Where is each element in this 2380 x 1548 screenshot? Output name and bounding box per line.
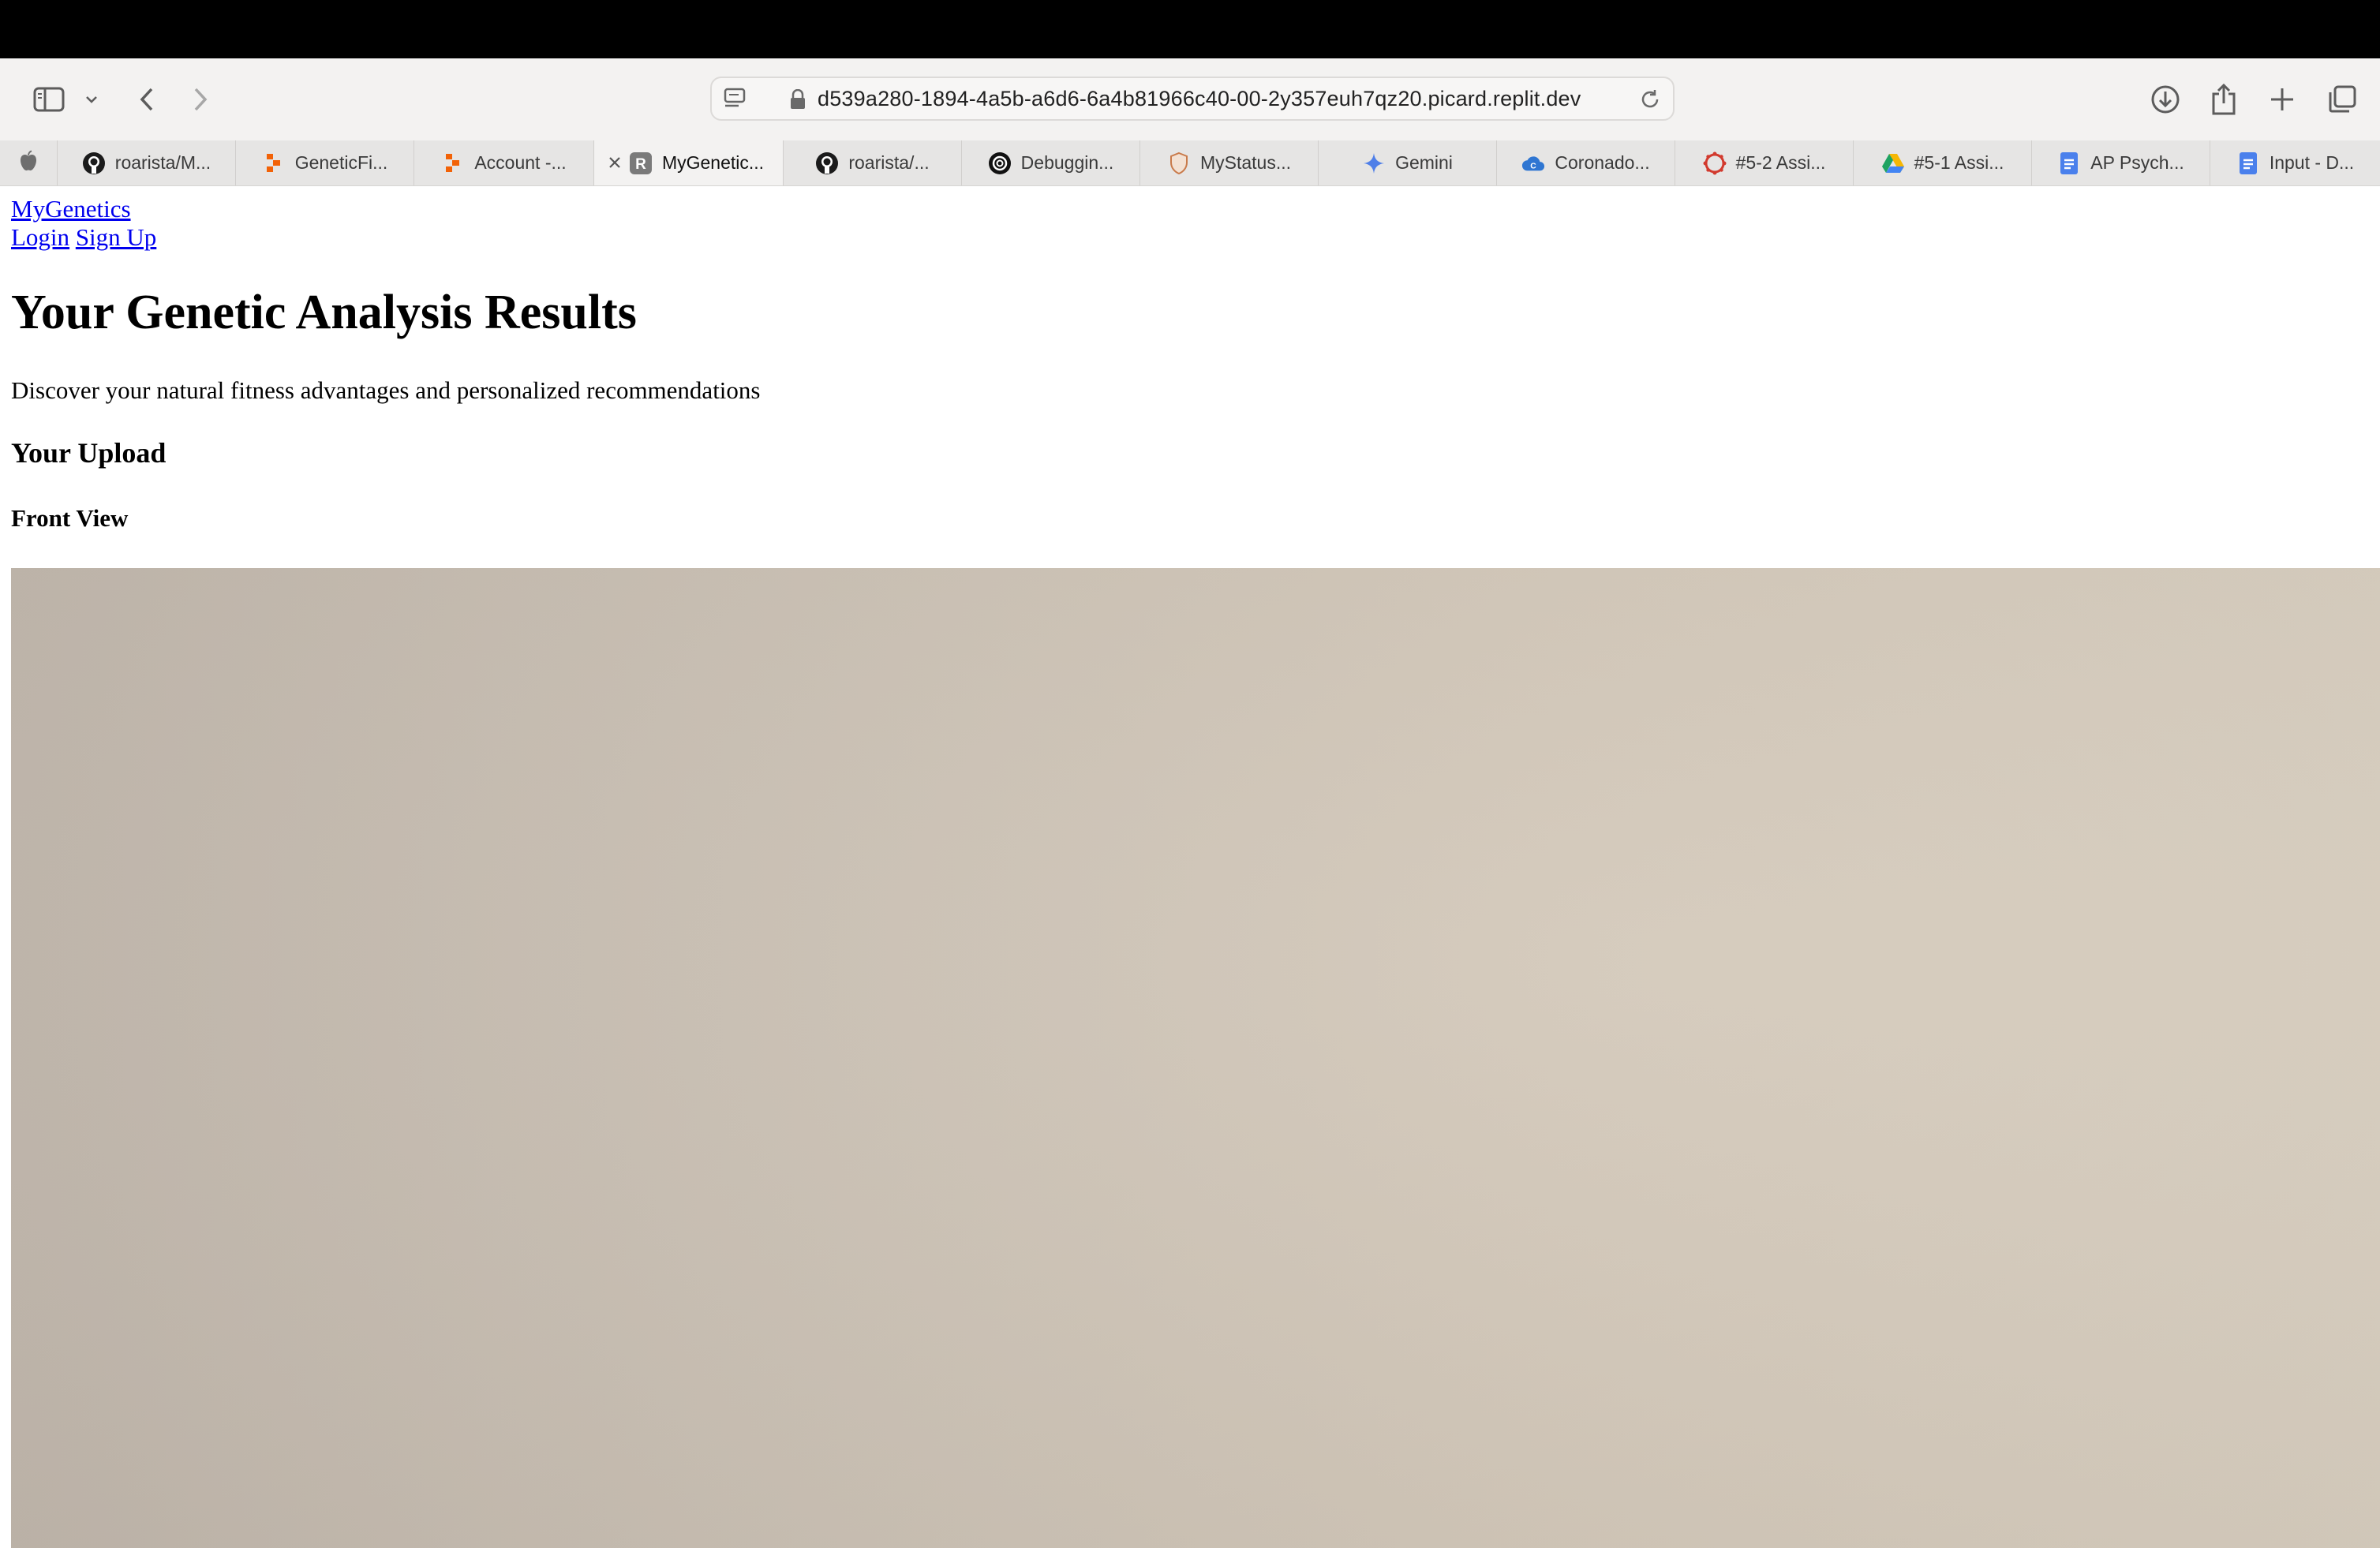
address-bar[interactable]: d539a280-1894-4a5b-a6d6-6a4b81966c40-00-… — [710, 77, 1675, 121]
tab-account[interactable]: Account -... — [414, 140, 593, 185]
cloud-icon: C — [1521, 151, 1545, 175]
tab-label: #5-2 Assi... — [1735, 152, 1826, 173]
page-subtitle: Discover your natural fitness advantages… — [11, 376, 761, 404]
tab-label: #5-1 Assi... — [1914, 152, 2004, 173]
sidebar-toggle-icon[interactable] — [30, 76, 68, 123]
tab-5-2-assignment[interactable]: #5-2 Assi... — [1675, 140, 1853, 185]
downloads-icon[interactable] — [2148, 76, 2183, 123]
tab-label: roarista/M... — [114, 152, 211, 173]
tab-coronado[interactable]: C Coronado... — [1496, 140, 1675, 185]
page-menu-icon[interactable] — [723, 86, 748, 115]
tab-debugging[interactable]: Debuggin... — [961, 140, 1139, 185]
tab-label: MyGenetic... — [661, 152, 765, 173]
front-view-photo — [11, 568, 2380, 1548]
github-icon — [82, 151, 106, 175]
share-icon[interactable] — [2208, 76, 2240, 123]
forward-icon[interactable] — [186, 76, 215, 123]
tab-label: GeneticFi... — [294, 152, 388, 173]
tab-label: Gemini — [1395, 152, 1453, 173]
github-icon — [815, 151, 839, 175]
tab-mygenetics[interactable]: R MyGenetic... — [593, 140, 783, 185]
page-content: MyGenetics Login Sign Up Your Genetic An… — [0, 186, 2380, 1548]
tab-overview-icon[interactable] — [2325, 76, 2359, 123]
reload-icon[interactable] — [1638, 88, 1662, 115]
tab-ap-psych[interactable]: AP Psych... — [2031, 140, 2210, 185]
site-nav: Login Sign Up — [11, 222, 156, 252]
tab-label: Input - D... — [2269, 152, 2355, 173]
pinned-apple-tab[interactable] — [0, 140, 57, 185]
gemini-icon — [1362, 151, 1386, 175]
tab-mystatus[interactable]: MyStatus... — [1139, 140, 1318, 185]
upload-heading: Your Upload — [11, 437, 167, 469]
docs-icon — [2057, 151, 2081, 175]
brand-link[interactable]: MyGenetics — [11, 195, 131, 222]
tab-5-1-assignment[interactable]: #5-1 Assi... — [1853, 140, 2031, 185]
docs-icon — [2236, 151, 2260, 175]
svg-text:R: R — [635, 156, 646, 173]
browser-toolbar: d539a280-1894-4a5b-a6d6-6a4b81966c40-00-… — [0, 58, 2380, 140]
tab-label: MyStatus... — [1199, 152, 1292, 173]
tab-input[interactable]: Input - D... — [2210, 140, 2380, 185]
close-icon[interactable] — [604, 151, 626, 174]
tab-roarista-m[interactable]: roarista/M... — [57, 140, 235, 185]
replit-icon — [262, 151, 286, 175]
signup-link[interactable]: Sign Up — [76, 223, 157, 251]
tab-bar: roarista/M... GeneticFi... Account -... … — [0, 140, 2380, 186]
tab-geneticfi[interactable]: GeneticFi... — [235, 140, 414, 185]
menu-bar — [0, 0, 2380, 58]
tab-label: roarista/... — [848, 152, 930, 173]
drive-icon — [1881, 151, 1905, 175]
front-view-label: Front View — [11, 504, 129, 532]
page-title: Your Genetic Analysis Results — [11, 286, 637, 339]
tab-label: Coronado... — [1555, 152, 1650, 173]
tab-gemini[interactable]: Gemini — [1318, 140, 1496, 185]
apple-icon — [19, 150, 38, 177]
back-icon[interactable] — [133, 76, 161, 123]
login-link[interactable]: Login — [11, 223, 69, 251]
new-tab-icon[interactable] — [2266, 76, 2298, 123]
tab-label: AP Psych... — [2090, 152, 2184, 173]
tab-label: Debuggin... — [1020, 152, 1114, 173]
svg-text:C: C — [1531, 162, 1537, 170]
chevron-down-icon[interactable] — [82, 76, 101, 123]
replit-r-icon: R — [629, 151, 653, 175]
lock-icon — [789, 88, 806, 114]
tab-roarista[interactable]: roarista/... — [783, 140, 961, 185]
shield-icon — [1167, 151, 1191, 175]
replit-icon — [441, 151, 465, 175]
tab-label: Account -... — [474, 152, 567, 173]
url-text[interactable]: d539a280-1894-4a5b-a6d6-6a4b81966c40-00-… — [818, 78, 1581, 119]
openai-icon — [988, 151, 1012, 175]
canvas-icon — [1703, 151, 1727, 175]
